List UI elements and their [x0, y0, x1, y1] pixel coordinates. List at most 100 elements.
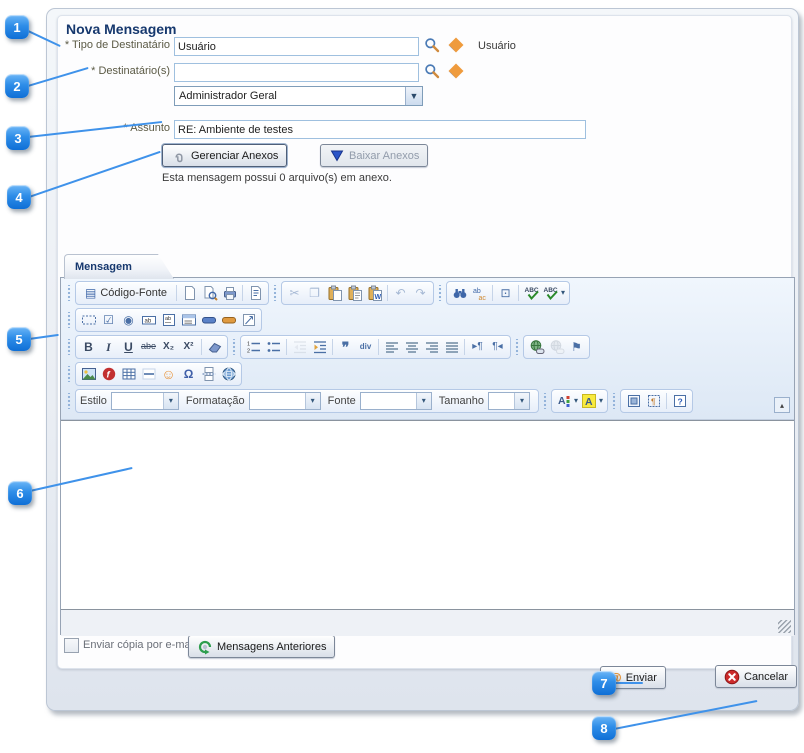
page-break-icon[interactable] — [200, 365, 217, 383]
remove-link-icon — [548, 338, 565, 356]
format-select[interactable]: Formatação▾ — [186, 392, 321, 410]
style-select[interactable]: Estilo▾ — [80, 392, 179, 410]
increase-indent-icon[interactable] — [311, 338, 328, 356]
font-select-box[interactable]: ▾ — [360, 392, 432, 410]
maximize-icon[interactable] — [625, 392, 642, 410]
strikethrough-icon[interactable]: abe — [140, 338, 157, 356]
new-page-icon[interactable] — [181, 284, 198, 302]
image-button-icon[interactable] — [220, 311, 237, 329]
align-center-icon[interactable] — [403, 338, 420, 356]
clear-tipo-destinatario-icon[interactable] — [448, 37, 464, 53]
insert-flash-icon[interactable]: f — [100, 365, 117, 383]
remove-format-icon[interactable] — [206, 338, 223, 356]
destinatarios-input[interactable] — [174, 63, 419, 82]
toolbar-group: ✂❐W↶↷ — [281, 281, 434, 305]
collapse-toolbar-icon[interactable]: ▴ — [774, 397, 790, 413]
align-left-icon[interactable] — [383, 338, 400, 356]
group-select[interactable]: Administrador Geral ▼ — [174, 86, 423, 106]
show-blocks-icon[interactable]: ¶ — [645, 392, 662, 410]
templates-icon[interactable] — [247, 284, 264, 302]
toolbar-drag-handle[interactable] — [232, 339, 236, 355]
toolbar-drag-handle[interactable] — [67, 285, 71, 301]
svg-text:ab: ab — [144, 318, 151, 324]
tab-mensagem[interactable]: Mensagem — [64, 254, 174, 279]
style-select-box[interactable]: ▾ — [111, 392, 179, 410]
size-select[interactable]: Tamanho▾ — [439, 392, 530, 410]
toolbar-drag-handle[interactable] — [612, 393, 616, 409]
replace-icon[interactable]: abac — [471, 284, 488, 302]
insert-image-icon[interactable] — [80, 365, 97, 383]
cancelar-button[interactable]: Cancelar — [715, 665, 797, 688]
tipo-destinatario-input[interactable] — [174, 37, 419, 56]
selected-type-tag: Usuário — [478, 40, 516, 52]
chevron-down-icon[interactable]: ▼ — [405, 87, 422, 105]
text-color-icon[interactable]: A▾ — [556, 392, 578, 410]
universal-keyboard-icon[interactable] — [220, 365, 237, 383]
button-icon[interactable] — [200, 311, 217, 329]
text-field-icon[interactable]: ab — [140, 311, 157, 329]
toolbar-drag-handle[interactable] — [543, 393, 547, 409]
svg-text:2: 2 — [247, 348, 250, 354]
checkbox-icon[interactable]: ☑ — [100, 311, 117, 329]
print-icon[interactable] — [221, 284, 238, 302]
bulleted-list-icon[interactable] — [265, 338, 282, 356]
search-destinatarios-icon[interactable] — [424, 63, 440, 79]
gerenciar-anexos-button[interactable]: Gerenciar Anexos — [162, 144, 287, 167]
source-button[interactable]: ▤Código-Fonte — [80, 285, 172, 301]
paste-from-word-icon[interactable]: W — [366, 284, 383, 302]
hidden-field-icon[interactable] — [240, 311, 257, 329]
toolbar-group: A▾A▾ — [551, 389, 608, 413]
textarea-icon[interactable]: ab — [160, 311, 177, 329]
toolbar-drag-handle[interactable] — [515, 339, 519, 355]
form-icon[interactable] — [80, 311, 97, 329]
italic-icon[interactable]: I — [100, 338, 117, 356]
div-container-icon[interactable]: div — [357, 338, 374, 356]
resize-grip[interactable] — [778, 620, 791, 633]
anchor-icon[interactable]: ⚑ — [568, 338, 585, 356]
size-select-box[interactable]: ▾ — [488, 392, 530, 410]
about-icon[interactable]: ? — [671, 392, 688, 410]
align-justify-icon[interactable] — [443, 338, 460, 356]
horizontal-rule-icon[interactable] — [140, 365, 157, 383]
align-right-icon[interactable] — [423, 338, 440, 356]
preview-icon[interactable] — [201, 284, 218, 302]
paste-plain-text-icon[interactable] — [346, 284, 363, 302]
text-direction-ltr-icon[interactable]: ▸¶ — [469, 338, 486, 356]
mensagens-anteriores-button[interactable]: Mensagens Anteriores — [188, 635, 335, 658]
spell-check-icon[interactable]: ABC — [523, 284, 540, 302]
send-copy-checkbox[interactable] — [64, 638, 79, 653]
search-tipo-destinatario-icon[interactable] — [424, 37, 440, 53]
underline-icon[interactable]: U — [120, 338, 137, 356]
smiley-icon[interactable]: ☺ — [160, 365, 177, 383]
insert-table-icon[interactable] — [120, 365, 137, 383]
blockquote-icon[interactable]: ❞ — [337, 338, 354, 356]
toolbar-drag-handle[interactable] — [67, 339, 71, 355]
superscript-icon[interactable]: X² — [180, 338, 197, 356]
clear-destinatarios-icon[interactable] — [448, 63, 464, 79]
radio-button-icon[interactable]: ◉ — [120, 311, 137, 329]
assunto-input[interactable] — [174, 120, 586, 139]
subscript-icon[interactable]: X₂ — [160, 338, 177, 356]
background-color-icon[interactable]: A▾ — [581, 392, 603, 410]
toolbar-drag-handle[interactable] — [67, 366, 71, 382]
format-select-box[interactable]: ▾ — [249, 392, 321, 410]
toolbar-drag-handle[interactable] — [67, 312, 71, 328]
special-character-icon[interactable]: Ω — [180, 365, 197, 383]
spell-check-toggle-icon[interactable]: ABC▾ — [543, 284, 565, 302]
insert-link-icon[interactable] — [528, 338, 545, 356]
bold-icon[interactable]: B — [80, 338, 97, 356]
text-direction-rtl-icon[interactable]: ¶◂ — [489, 338, 506, 356]
font-select[interactable]: Fonte▾ — [328, 392, 432, 410]
message-body-input[interactable] — [61, 420, 794, 610]
source-icon: ▤ — [85, 286, 96, 300]
paste-icon[interactable] — [326, 284, 343, 302]
toolbar-drag-handle[interactable] — [273, 285, 277, 301]
chevron-down-icon: ▾ — [574, 397, 578, 405]
toolbar-drag-handle[interactable] — [67, 393, 71, 409]
find-icon[interactable] — [451, 284, 468, 302]
toolbar-separator — [666, 393, 667, 409]
numbered-list-icon[interactable]: 12 — [245, 338, 262, 356]
toolbar-drag-handle[interactable] — [438, 285, 442, 301]
select-all-icon[interactable]: ⊡ — [497, 284, 514, 302]
selection-field-icon[interactable] — [180, 311, 197, 329]
